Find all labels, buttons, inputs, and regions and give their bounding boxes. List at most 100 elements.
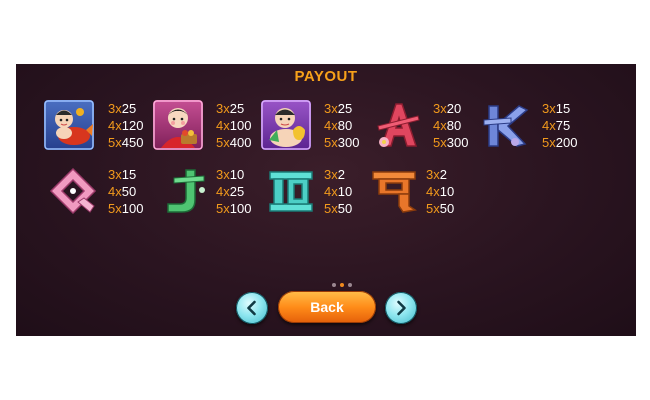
payout-value: 2: [337, 167, 345, 182]
paytable-panel: PAYOUT 3x25 4x120 5x450 3x25 4x100 5x400…: [16, 64, 636, 336]
payout-line: 4x10: [324, 183, 352, 200]
payout-value: 100: [229, 118, 252, 133]
multiplier: 4x: [324, 118, 338, 133]
payout-value: 10: [439, 184, 455, 199]
payout-value: 50: [337, 201, 353, 216]
payout-value: 80: [337, 118, 353, 133]
multiplier: 3x: [433, 101, 447, 116]
payout-line: 5x450: [108, 134, 143, 151]
payout-value: 15: [555, 101, 571, 116]
payout-line: 4x25: [216, 183, 251, 200]
payout-line: 5x50: [324, 200, 352, 217]
payout-line: 3x2: [324, 166, 352, 183]
payout-value: 50: [121, 184, 137, 199]
multiplier: 5x: [216, 201, 230, 216]
page-title: PAYOUT: [294, 68, 358, 85]
multiplier: 3x: [216, 167, 230, 182]
paytable-entry: 3x25 4x100 5x400: [216, 100, 251, 151]
multiplier: 3x: [426, 167, 440, 182]
payout-value: 2: [439, 167, 447, 182]
multiplier: 5x: [108, 201, 122, 216]
number-10-icon: [266, 166, 316, 216]
payout-line: 5x200: [542, 134, 577, 151]
multiplier: 5x: [216, 135, 230, 150]
payout-line: 3x10: [216, 166, 251, 183]
payout-value: 10: [229, 167, 245, 182]
payout-line: 3x15: [542, 100, 577, 117]
paytable-entry: 3x2 4x10 5x50: [426, 166, 454, 217]
payout-value: 50: [439, 201, 455, 216]
letter-j-icon: [158, 166, 208, 216]
multiplier: 4x: [426, 184, 440, 199]
payout-value: 200: [555, 135, 578, 150]
boy-with-fish-icon: [44, 100, 94, 150]
payout-value: 300: [446, 135, 469, 150]
paytable-entry: 3x25 4x80 5x300: [324, 100, 359, 151]
payout-line: 5x300: [324, 134, 359, 151]
chevron-left-icon: [247, 300, 256, 316]
multiplier: 3x: [324, 101, 338, 116]
paytable-entry: 3x15 4x50 5x100: [108, 166, 143, 217]
payout-value: 100: [229, 201, 252, 216]
multiplier: 4x: [216, 184, 230, 199]
payout-value: 20: [446, 101, 462, 116]
next-page-button[interactable]: [385, 292, 417, 324]
payout-line: 3x20: [433, 100, 468, 117]
payout-value: 75: [555, 118, 571, 133]
payout-line: 3x25: [324, 100, 359, 117]
payout-line: 3x15: [108, 166, 143, 183]
girl-with-basket-icon: [153, 100, 203, 150]
multiplier: 4x: [108, 118, 122, 133]
multiplier: 5x: [324, 201, 338, 216]
multiplier: 4x: [542, 118, 556, 133]
multiplier: 4x: [216, 118, 230, 133]
payout-line: 5x100: [216, 200, 251, 217]
letter-q-icon: [48, 166, 98, 216]
payout-value: 25: [229, 184, 245, 199]
multiplier: 3x: [542, 101, 556, 116]
payout-value: 80: [446, 118, 462, 133]
multiplier: 3x: [108, 167, 122, 182]
back-button-label: Back: [310, 299, 344, 315]
payout-line: 4x50: [108, 183, 143, 200]
letter-k-icon: [481, 100, 531, 150]
back-button[interactable]: Back: [278, 291, 376, 323]
page-dot-2[interactable]: [340, 283, 344, 287]
paytable-entry: 3x10 4x25 5x100: [216, 166, 251, 217]
payout-value: 120: [121, 118, 144, 133]
multiplier: 3x: [108, 101, 122, 116]
number-9-icon: [369, 166, 419, 216]
multiplier: 4x: [324, 184, 338, 199]
child-with-pear-icon: [261, 100, 311, 150]
paytable-entry: 3x25 4x120 5x450: [108, 100, 143, 151]
multiplier: 5x: [426, 201, 440, 216]
payout-value: 300: [337, 135, 360, 150]
payout-value: 25: [337, 101, 353, 116]
paytable-entry: 3x15 4x75 5x200: [542, 100, 577, 151]
payout-line: 3x25: [216, 100, 251, 117]
paytable-entry: 3x20 4x80 5x300: [433, 100, 468, 151]
payout-value: 15: [121, 167, 137, 182]
payout-value: 10: [337, 184, 353, 199]
multiplier: 4x: [433, 118, 447, 133]
multiplier: 5x: [542, 135, 556, 150]
previous-page-button[interactable]: [236, 292, 268, 324]
chevron-right-icon: [397, 300, 406, 316]
payout-value: 25: [229, 101, 245, 116]
paytable-entry: 3x2 4x10 5x50: [324, 166, 352, 217]
payout-line: 5x50: [426, 200, 454, 217]
payout-line: 5x300: [433, 134, 468, 151]
letter-a-icon: [372, 100, 422, 150]
multiplier: 5x: [324, 135, 338, 150]
page-dot-1[interactable]: [332, 283, 336, 287]
payout-line: 5x100: [108, 200, 143, 217]
payout-line: 4x80: [324, 117, 359, 134]
multiplier: 3x: [324, 167, 338, 182]
page-dot-3[interactable]: [348, 283, 352, 287]
payout-line: 4x100: [216, 117, 251, 134]
multiplier: 3x: [216, 101, 230, 116]
payout-line: 3x2: [426, 166, 454, 183]
multiplier: 4x: [108, 184, 122, 199]
payout-value: 100: [121, 201, 144, 216]
payout-line: 4x120: [108, 117, 143, 134]
